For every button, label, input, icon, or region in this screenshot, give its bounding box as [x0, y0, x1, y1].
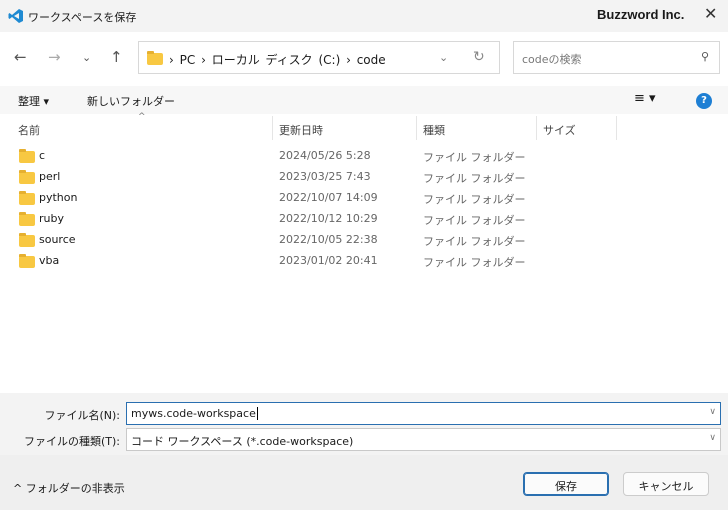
file-type: ファイル フォルダー: [423, 172, 526, 185]
column-divider: [272, 116, 273, 140]
file-name: ruby: [39, 212, 64, 225]
crumb-pc[interactable]: PC: [180, 53, 196, 67]
brand-label: Buzzword Inc.: [597, 7, 685, 22]
file-type: ファイル フォルダー: [423, 256, 526, 269]
file-row[interactable]: ruby 2022/10/12 10:29 ファイル フォルダー: [0, 208, 728, 229]
folder-icon: [19, 149, 35, 163]
folder-icon: [19, 254, 35, 268]
address-dropdown[interactable]: ⌄: [439, 51, 448, 64]
file-name: vba: [39, 254, 60, 267]
address-bar[interactable]: › PC › ローカル ディスク (C:) › code ⌄ ↻: [138, 41, 500, 74]
chevron-up-icon: ^: [13, 482, 23, 495]
column-divider: [616, 116, 617, 140]
file-name: c: [39, 149, 46, 162]
close-button[interactable]: ✕: [704, 4, 717, 23]
up-button[interactable]: ↑: [110, 48, 123, 66]
file-name: python: [39, 191, 78, 204]
file-row[interactable]: source 2022/10/05 22:38 ファイル フォルダー: [0, 229, 728, 250]
folder-icon: [19, 212, 35, 226]
column-type[interactable]: 種類: [423, 122, 445, 138]
hide-folders-toggle[interactable]: ^ フォルダーの非表示: [13, 480, 125, 496]
file-modified: 2022/10/07 14:09: [279, 191, 378, 204]
file-name: source: [39, 233, 76, 246]
refresh-icon[interactable]: ↻: [473, 49, 485, 65]
folder-icon: [19, 233, 35, 247]
forward-button[interactable]: →: [48, 48, 61, 66]
file-row[interactable]: perl 2023/03/25 7:43 ファイル フォルダー: [0, 166, 728, 187]
column-modified[interactable]: 更新日時: [279, 122, 323, 138]
file-modified: 2022/10/12 10:29: [279, 212, 378, 225]
filename-label: ファイル名(N):: [44, 409, 120, 422]
file-modified: 2023/03/25 7:43: [279, 170, 371, 183]
window-title: ワークスペースを保存: [28, 11, 137, 24]
file-modified: 2022/10/05 22:38: [279, 233, 378, 246]
file-name: perl: [39, 170, 61, 183]
file-type: ファイル フォルダー: [423, 193, 526, 206]
column-name[interactable]: 名前: [18, 122, 40, 138]
file-type: ファイル フォルダー: [423, 214, 526, 227]
crumb-code[interactable]: code: [357, 53, 386, 67]
save-button[interactable]: 保存: [523, 472, 609, 496]
file-modified: 2023/01/02 20:41: [279, 254, 378, 267]
help-icon[interactable]: ?: [696, 93, 712, 109]
chevron-down-icon[interactable]: ∨: [709, 407, 716, 417]
file-row[interactable]: python 2022/10/07 14:09 ファイル フォルダー: [0, 187, 728, 208]
back-button[interactable]: ←: [14, 48, 27, 66]
search-icon: ⚲: [700, 50, 709, 63]
crumb-local-disk[interactable]: ローカル ディスク (C:): [212, 53, 341, 67]
file-type: ファイル フォルダー: [423, 235, 526, 248]
file-type: ファイル フォルダー: [423, 151, 526, 164]
folder-icon: [147, 51, 163, 65]
new-folder-button[interactable]: 新しいフォルダー: [87, 93, 175, 109]
folder-icon: [19, 170, 35, 184]
recent-dropdown[interactable]: ⌄: [82, 51, 91, 64]
filetype-label: ファイルの種類(T):: [23, 435, 120, 448]
filename-input[interactable]: myws.code-workspace ∨: [126, 402, 721, 425]
column-size[interactable]: サイズ: [543, 122, 576, 138]
organize-button[interactable]: 整理 ▾: [18, 93, 49, 109]
folder-icon: [19, 191, 35, 205]
search-input[interactable]: codeの検索 ⚲: [513, 41, 720, 74]
chevron-down-icon[interactable]: ∨: [709, 433, 716, 443]
file-modified: 2024/05/26 5:28: [279, 149, 371, 162]
file-row[interactable]: c 2024/05/26 5:28 ファイル フォルダー: [0, 145, 728, 166]
sort-arrow-icon: ^: [138, 112, 146, 122]
column-divider: [416, 116, 417, 140]
cancel-button[interactable]: キャンセル: [623, 472, 709, 496]
column-divider: [536, 116, 537, 140]
filetype-select[interactable]: コード ワークスペース (*.code-workspace) ∨: [126, 428, 721, 451]
vscode-icon: [8, 9, 23, 23]
view-options-button[interactable]: ≡ ▾: [634, 91, 656, 106]
file-row[interactable]: vba 2023/01/02 20:41 ファイル フォルダー: [0, 250, 728, 271]
